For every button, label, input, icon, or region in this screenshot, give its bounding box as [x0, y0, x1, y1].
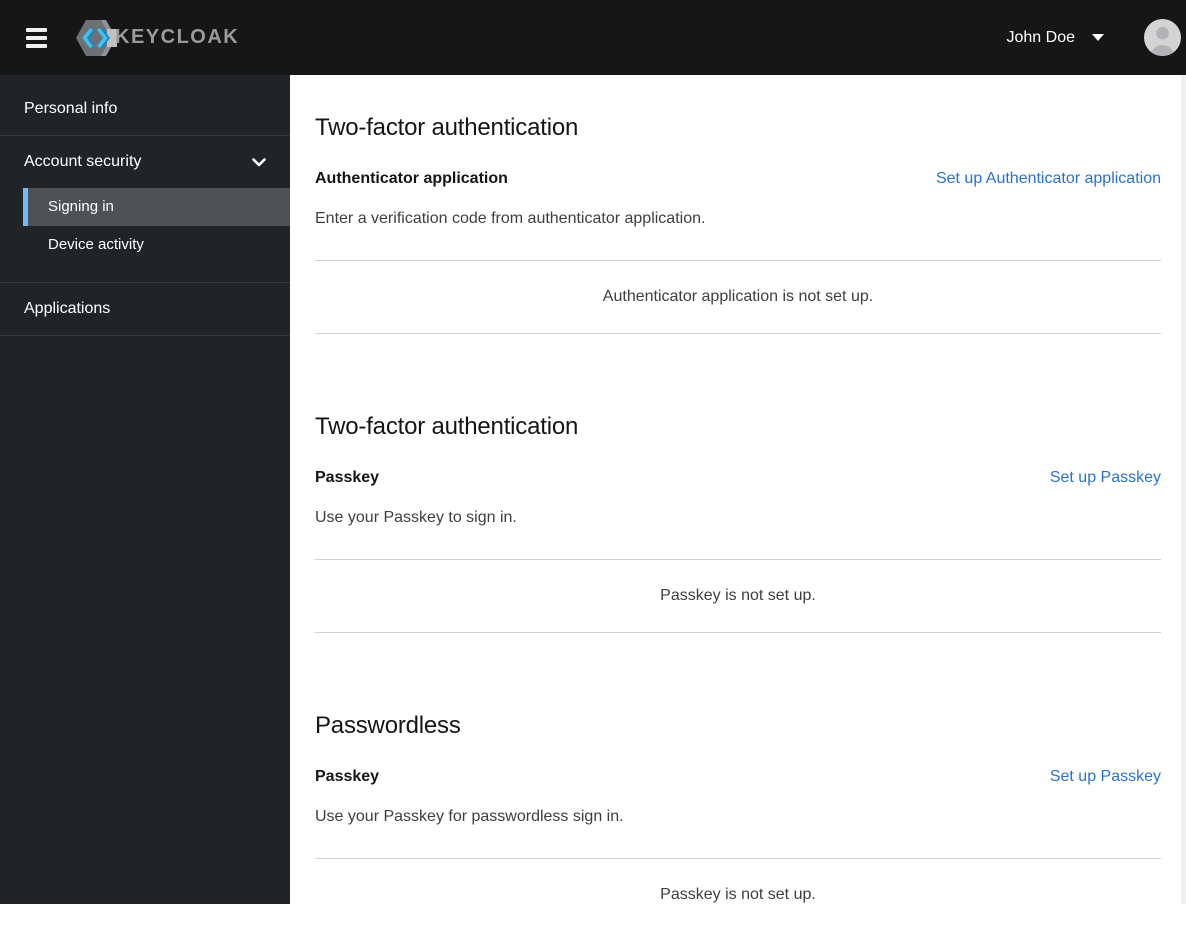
user-name: John Doe	[1006, 28, 1076, 46]
account-security-subnav: Signing in Device activity	[0, 188, 290, 282]
credential-row: Passkey Set up Passkey	[315, 466, 1161, 490]
user-avatar-icon	[1144, 19, 1181, 56]
empty-state-message: Authenticator application is not set up.	[602, 288, 874, 305]
sidebar-divider	[0, 335, 290, 336]
section-title: Two-factor authentication	[315, 413, 579, 440]
credential-description: Enter a verification code from authentic…	[315, 210, 706, 227]
section-two-factor-passkey: Two-factor authentication Passkey Set up…	[315, 412, 1161, 633]
setup-passkey-passwordless-link[interactable]: Set up Passkey	[1050, 765, 1161, 789]
keycloak-logo[interactable]: KEYCLOAK	[75, 19, 239, 57]
sidebar: Personal info Account security Signing i…	[0, 75, 290, 904]
credential-description: Use your Passkey for passwordless sign i…	[315, 808, 624, 825]
keycloak-logo-icon	[75, 19, 117, 57]
masthead: KEYCLOAK John Doe	[0, 0, 1186, 75]
setup-passkey-link[interactable]: Set up Passkey	[1050, 466, 1161, 490]
section-title: Two-factor authentication	[315, 114, 579, 141]
brand-title: KEYCLOAK	[115, 26, 240, 48]
section-two-factor-authenticator: Two-factor authentication Authenticator …	[315, 113, 1161, 334]
hamburger-icon[interactable]	[26, 27, 47, 48]
credential-row: Authenticator application Set up Authent…	[315, 167, 1161, 191]
credential-label: Passkey	[315, 469, 380, 486]
section-title: Passwordless	[315, 712, 461, 739]
sidebar-item-account-security[interactable]: Account security	[0, 136, 290, 188]
credential-description: Use your Passkey to sign in.	[315, 509, 517, 526]
credential-label: Passkey	[315, 768, 380, 785]
divider	[315, 333, 1161, 334]
caret-down-icon	[1092, 34, 1104, 41]
user-menu[interactable]: John Doe	[1006, 28, 1104, 47]
sidebar-item-device-activity[interactable]: Device activity	[23, 226, 290, 264]
sidebar-item-label: Account security	[24, 153, 142, 170]
credential-row: Passkey Set up Passkey	[315, 765, 1161, 789]
chevron-down-icon	[252, 157, 266, 167]
setup-authenticator-link[interactable]: Set up Authenticator application	[936, 167, 1161, 191]
sidebar-item-label: Applications	[24, 300, 111, 317]
sidebar-item-label: Personal info	[24, 100, 118, 117]
empty-state-message: Passkey is not set up.	[660, 886, 816, 903]
credential-label: Authenticator application	[315, 170, 508, 187]
divider	[315, 632, 1161, 633]
empty-state-message: Passkey is not set up.	[660, 587, 816, 604]
main-content: Two-factor authentication Authenticator …	[290, 75, 1186, 904]
scrollbar[interactable]	[1181, 75, 1186, 904]
sidebar-item-applications[interactable]: Applications	[0, 283, 290, 335]
sidebar-item-signing-in[interactable]: Signing in	[23, 188, 290, 226]
avatar[interactable]	[1144, 19, 1181, 56]
sidebar-item-personal-info[interactable]: Personal info	[0, 83, 290, 135]
section-passwordless: Passwordless Passkey Set up Passkey Use …	[315, 711, 1161, 931]
